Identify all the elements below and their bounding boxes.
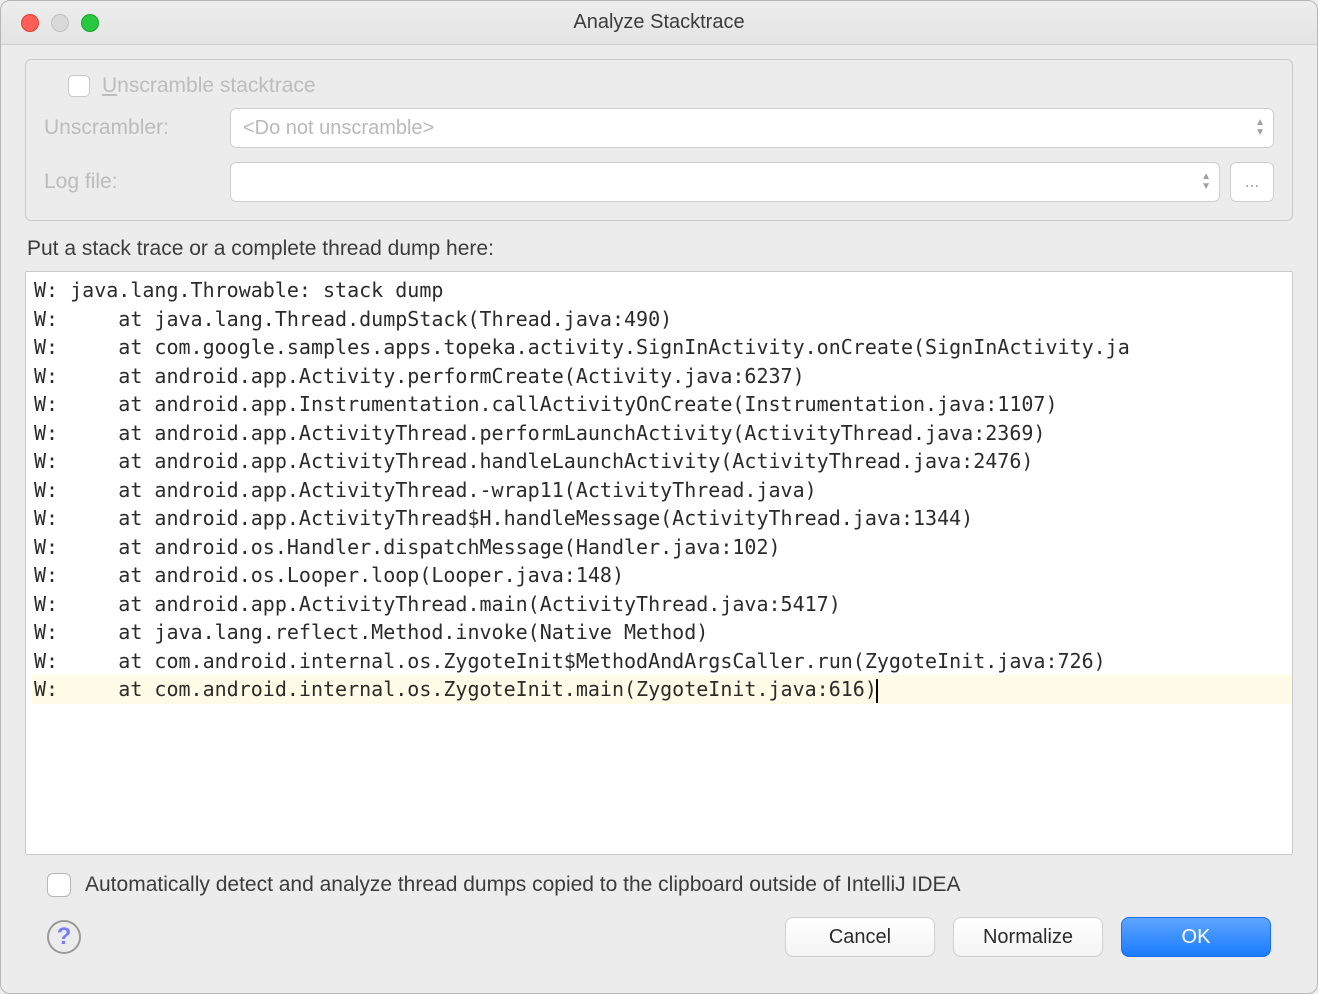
- unscrambler-select-wrap: <Do not unscramble> ▲▼: [230, 108, 1274, 148]
- stacktrace-line: W: at android.app.ActivityThread$H.handl…: [32, 504, 1292, 533]
- footer-buttons: Cancel Normalize OK: [785, 917, 1271, 957]
- dialog-footer: ? Cancel Normalize OK: [25, 905, 1293, 979]
- unscrambler-label: Unscrambler:: [44, 116, 214, 140]
- normalize-button-label: Normalize: [983, 926, 1073, 949]
- stacktrace-line: W: at java.lang.reflect.Method.invoke(Na…: [32, 618, 1292, 647]
- autodetect-label: Automatically detect and analyze thread …: [85, 873, 961, 897]
- ok-button-label: OK: [1182, 926, 1211, 949]
- autodetect-checkbox[interactable]: [47, 873, 71, 897]
- help-icon: ?: [57, 923, 72, 951]
- unscrambler-value: <Do not unscramble>: [243, 117, 434, 140]
- stacktrace-textarea[interactable]: W: java.lang.Throwable: stack dumpW: at …: [25, 271, 1293, 855]
- stacktrace-line: W: at android.os.Looper.loop(Looper.java…: [32, 561, 1292, 590]
- window-title: Analyze Stacktrace: [573, 11, 744, 34]
- cancel-button-label: Cancel: [829, 926, 891, 949]
- chevron-updown-icon: ▲▼: [1201, 172, 1211, 192]
- logfile-field[interactable]: ▲▼: [230, 162, 1220, 202]
- chevron-updown-icon: ▲▼: [1255, 118, 1265, 138]
- titlebar: Analyze Stacktrace: [1, 1, 1317, 45]
- dialog-content: Unscramble stacktrace Unscrambler: <Do n…: [1, 45, 1317, 993]
- text-caret: [876, 679, 878, 703]
- unscramble-checkbox-row: Unscramble stacktrace: [44, 74, 1274, 98]
- ok-button[interactable]: OK: [1121, 917, 1271, 957]
- options-panel: Unscramble stacktrace Unscrambler: <Do n…: [25, 59, 1293, 221]
- stacktrace-line: W: at android.app.ActivityThread.perform…: [32, 419, 1292, 448]
- unscrambler-select[interactable]: <Do not unscramble> ▲▼: [230, 108, 1274, 148]
- stacktrace-line: W: at android.app.ActivityThread.handleL…: [32, 447, 1292, 476]
- zoom-window-button[interactable]: [81, 14, 99, 32]
- stacktrace-line: W: at com.google.samples.apps.topeka.act…: [32, 333, 1292, 362]
- cancel-button[interactable]: Cancel: [785, 917, 935, 957]
- normalize-button[interactable]: Normalize: [953, 917, 1103, 957]
- ellipsis-icon: ...: [1245, 172, 1259, 192]
- autodetect-row: Automatically detect and analyze thread …: [25, 855, 1293, 905]
- help-button[interactable]: ?: [47, 920, 81, 954]
- stacktrace-line: W: at java.lang.Thread.dumpStack(Thread.…: [32, 305, 1292, 334]
- unscramble-checkbox-label: Unscramble stacktrace: [102, 74, 316, 98]
- logfile-label: Log file:: [44, 170, 214, 194]
- stacktrace-line: W: at android.app.ActivityThread.main(Ac…: [32, 590, 1292, 619]
- unscrambler-row: Unscrambler: <Do not unscramble> ▲▼: [44, 108, 1274, 148]
- stacktrace-line: W: at com.android.internal.os.ZygoteInit…: [32, 647, 1292, 676]
- stacktrace-line: W: at android.app.ActivityThread.-wrap11…: [32, 476, 1292, 505]
- unscramble-checkbox[interactable]: [68, 75, 90, 97]
- stacktrace-line: W: at com.android.internal.os.ZygoteInit…: [32, 675, 1292, 704]
- logfile-browse-button[interactable]: ...: [1230, 162, 1274, 202]
- stacktrace-prompt: Put a stack trace or a complete thread d…: [25, 221, 1293, 271]
- stacktrace-line: W: at android.os.Handler.dispatchMessage…: [32, 533, 1292, 562]
- minimize-window-button: [51, 14, 69, 32]
- logfile-row: Log file: ▲▼ ...: [44, 162, 1274, 202]
- dialog-window: Analyze Stacktrace Unscramble stacktrace…: [0, 0, 1318, 994]
- stacktrace-line: W: java.lang.Throwable: stack dump: [32, 276, 1292, 305]
- window-traffic-lights: [1, 14, 99, 32]
- logfile-field-wrap: ▲▼ ...: [230, 162, 1274, 202]
- stacktrace-line: W: at android.app.Instrumentation.callAc…: [32, 390, 1292, 419]
- stacktrace-line: W: at android.app.Activity.performCreate…: [32, 362, 1292, 391]
- close-window-button[interactable]: [21, 14, 39, 32]
